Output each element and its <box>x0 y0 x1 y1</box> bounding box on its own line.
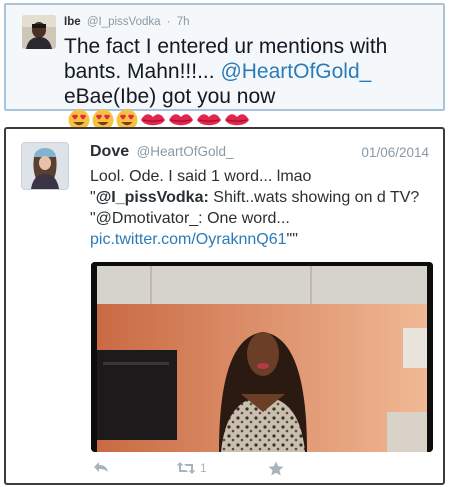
tweet-card-dove[interactable]: Dove @HeartOfGold_ 01/06/2014 Lool. Ode.… <box>4 127 445 485</box>
avatar-photo <box>22 15 56 49</box>
user-name[interactable]: Ibe <box>64 16 81 28</box>
retweet-button[interactable]: 1 <box>176 461 207 475</box>
star-icon <box>268 461 284 476</box>
tweet-time[interactable]: 7h <box>177 16 190 28</box>
tweet-date[interactable]: 01/06/2014 <box>361 145 429 160</box>
attached-photo[interactable] <box>91 262 433 452</box>
tweet-text: The fact I entered ur mentions with bant… <box>64 34 439 134</box>
avatar[interactable] <box>22 15 56 49</box>
quoted-handle[interactable]: @I_pissVodka: <box>96 189 209 206</box>
user-handle[interactable]: @HeartOfGold_ <box>137 144 234 159</box>
mention-link[interactable]: @HeartOfGold_ <box>220 60 371 83</box>
retweet-icon <box>176 462 196 474</box>
separator-dot: · <box>166 16 171 28</box>
photo-image <box>91 262 433 452</box>
retweet-count: 1 <box>200 461 207 475</box>
avatar-photo <box>22 143 68 189</box>
tweet-text-line: Lool. Ode. I said 1 word... lmao <box>90 168 312 185</box>
quote-mark: "" <box>286 231 298 248</box>
tweet-text-part: eBae(Ibe) got you now <box>64 85 276 108</box>
tweet-card-ibe[interactable]: Ibe @I_pissVodka · 7h The fact I entered… <box>4 3 445 131</box>
media-link[interactable]: pic.twitter.com/OyraknnQ61 <box>90 231 287 248</box>
tweet-actions: 1 <box>90 461 390 481</box>
favorite-button[interactable] <box>268 461 284 476</box>
tweet-text-quote: "@I_pissVodka: Shift..wats showing on d … <box>90 187 435 229</box>
avatar[interactable] <box>21 142 69 190</box>
reply-icon <box>94 462 108 472</box>
tweet-header: Ibe @I_pissVodka · 7h <box>64 16 190 28</box>
user-handle[interactable]: @I_pissVodka <box>87 16 161 28</box>
reply-button[interactable] <box>93 461 109 473</box>
tweet-header: Dove @HeartOfGold_ 01/06/2014 <box>90 143 431 163</box>
tweet-text: Lool. Ode. I said 1 word... lmao "@I_pis… <box>90 166 435 250</box>
tweet-text-link-line: pic.twitter.com/OyraknnQ61"" <box>90 229 435 250</box>
user-name[interactable]: Dove <box>90 143 129 160</box>
